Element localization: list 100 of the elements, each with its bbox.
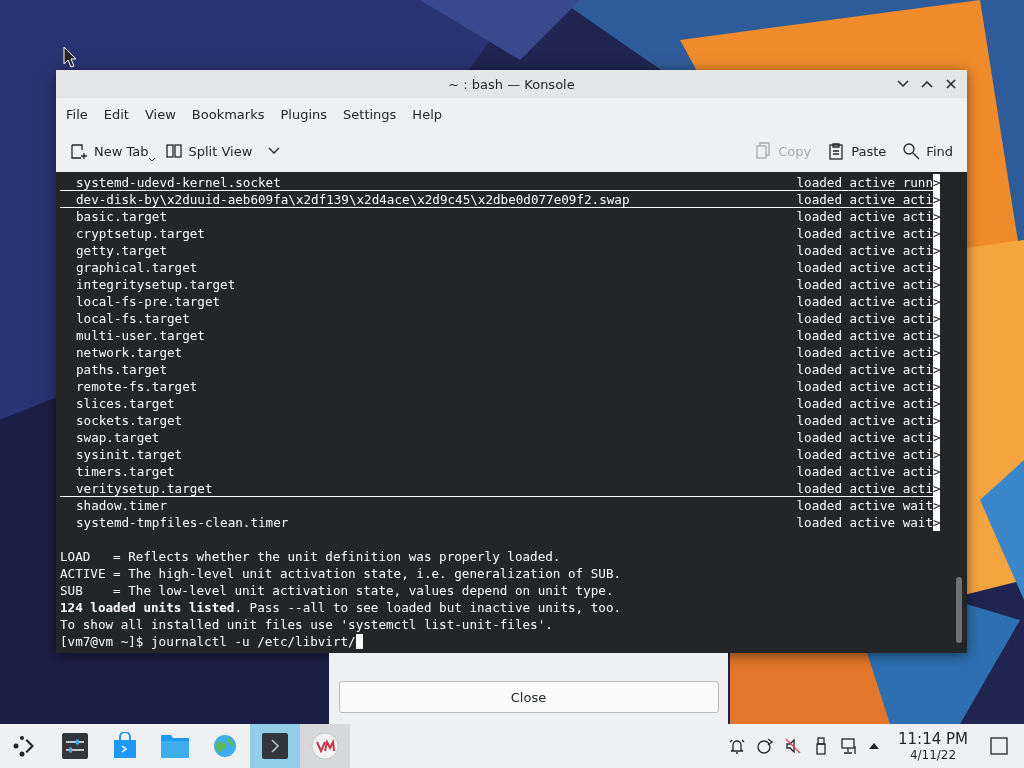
unit-status: loaded active acti (796, 208, 933, 225)
unit-name: veritysetup.target (75, 480, 214, 497)
split-view-button[interactable]: Split View (158, 138, 287, 164)
menu-item[interactable]: Bookmarks (183, 106, 273, 122)
wired-network-icon[interactable] (840, 737, 858, 755)
unit-status: loaded active acti (796, 412, 933, 429)
unit-status: loaded active wait (796, 514, 933, 531)
taskbar-app[interactable] (250, 724, 300, 768)
globe-icon (212, 733, 238, 759)
unit-name: dev-disk-by\x2duuid-aeb609fa\x2df139\x2d4ace\x2d9c45\x2dbe0d077e09f2.swap (75, 191, 631, 208)
new-tab-button[interactable]: New Tab (64, 138, 155, 164)
unit-status: loaded active acti (796, 242, 933, 259)
caret-icon (148, 158, 155, 162)
unit-status: loaded active acti (796, 191, 933, 208)
unit-status: loaded active acti (796, 446, 933, 463)
paste-button[interactable]: Paste (821, 138, 893, 164)
menu-item[interactable]: Plugins (272, 106, 336, 122)
chevron-down-icon (268, 147, 281, 155)
unit-status: loaded active wait (796, 497, 933, 514)
clock-date[interactable]: 4/11/22 (909, 747, 957, 762)
window-title: ~ : bash — Konsole (448, 76, 575, 92)
show-desktop-icon[interactable] (990, 737, 1008, 755)
new-tab-icon (70, 142, 88, 160)
unit-name: systemd-tmpfiles-clean.timer (75, 514, 290, 531)
unit-status: loaded active acti (796, 429, 933, 446)
unit-status: loaded active acti (796, 463, 933, 480)
truncation-marker: > (933, 174, 940, 191)
unit-name: integritysetup.target (75, 276, 237, 293)
truncation-marker: > (933, 191, 940, 208)
menu-item[interactable]: Edit (95, 106, 137, 122)
unit-name: slices.target (75, 395, 176, 412)
menu-item[interactable]: View (136, 106, 184, 122)
menu-item[interactable]: Help (404, 106, 450, 122)
scrollbar-thumb[interactable] (956, 577, 962, 643)
truncation-marker: > (933, 259, 940, 276)
search-icon (902, 142, 921, 160)
close-dialog-button[interactable]: Close (338, 681, 719, 713)
unit-status: loaded active acti (796, 344, 933, 361)
vm-logo-icon (311, 732, 339, 760)
unit-name: timers.target (75, 463, 176, 480)
copy-icon (754, 142, 773, 160)
bell-icon[interactable] (728, 737, 746, 755)
text-cursor (355, 634, 363, 649)
truncation-marker: > (933, 225, 940, 242)
unit-name: sysinit.target (75, 446, 184, 463)
split-view-icon (164, 142, 183, 160)
sliders-icon (61, 732, 89, 760)
unit-status: loaded active runn (796, 174, 933, 191)
truncation-marker: > (933, 412, 940, 429)
expand-arrow-icon[interactable] (868, 741, 880, 751)
unit-status: loaded active acti (796, 225, 933, 242)
shopping-bag-icon (111, 732, 139, 760)
truncation-marker: > (933, 429, 940, 446)
truncation-marker: > (933, 327, 940, 344)
unit-name: basic.target (75, 208, 168, 225)
command-prompt[interactable]: [vm7@vm ~]$ journalctl -u /etc/libvirt/ (60, 634, 356, 649)
truncation-marker: > (933, 242, 940, 259)
truncation-marker: > (933, 208, 940, 225)
truncation-marker: > (933, 310, 940, 327)
truncation-marker: > (933, 276, 940, 293)
unit-status: loaded active acti (796, 276, 933, 293)
unit-status: loaded active acti (796, 327, 933, 344)
unit-name: multi-user.target (75, 327, 206, 344)
mouse-pointer-icon (63, 46, 77, 68)
unit-name: remote-fs.target (75, 378, 199, 395)
unit-name: swap.target (75, 429, 161, 446)
unit-name: paths.target (75, 361, 168, 378)
output-line: LOAD = Reflects whether the unit definition was properly loaded. (60, 548, 562, 565)
folder-icon (160, 732, 190, 760)
chevron-up-icon (921, 80, 933, 88)
unit-status: loaded active acti (796, 361, 933, 378)
unit-name: systemd-udevd-kernel.socket (75, 174, 282, 191)
terminal-icon (261, 732, 289, 760)
unit-name: sockets.target (75, 412, 184, 429)
unit-name: cryptsetup.target (75, 225, 206, 242)
menu-item[interactable]: File (58, 106, 96, 122)
muted-speaker-icon[interactable] (784, 737, 802, 755)
unit-name: local-fs-pre.target (75, 293, 222, 310)
chevron-down-icon (897, 80, 909, 88)
menu-item[interactable]: Settings (335, 106, 405, 122)
find-button[interactable]: Find (896, 138, 959, 164)
truncation-marker: > (933, 514, 940, 531)
unit-status: loaded active acti (796, 480, 933, 497)
output-line: ACTIVE = The high-level unit activation state, i.e. generalization of SUB. (60, 565, 623, 582)
truncation-marker: > (933, 497, 940, 514)
truncation-marker: > (933, 344, 940, 361)
truncation-marker: > (933, 463, 940, 480)
clock-time[interactable]: 11:14 PM (898, 730, 968, 748)
unit-name: local-fs.target (75, 310, 191, 327)
unit-name: shadow.timer (75, 497, 168, 514)
unit-status: loaded active acti (796, 378, 933, 395)
unit-status: loaded active acti (796, 310, 933, 327)
unit-status: loaded active acti (796, 259, 933, 276)
truncation-marker: > (933, 293, 940, 310)
output-line: To show all installed unit files use 'systemctl list-unit-files'. (60, 616, 554, 633)
clipboard-icon (827, 142, 846, 160)
truncation-marker: > (933, 361, 940, 378)
output-line: SUB = The low-level unit activation state, values depend on unit type. (60, 582, 615, 599)
unit-status: loaded active acti (796, 395, 933, 412)
truncation-marker: > (933, 446, 940, 463)
